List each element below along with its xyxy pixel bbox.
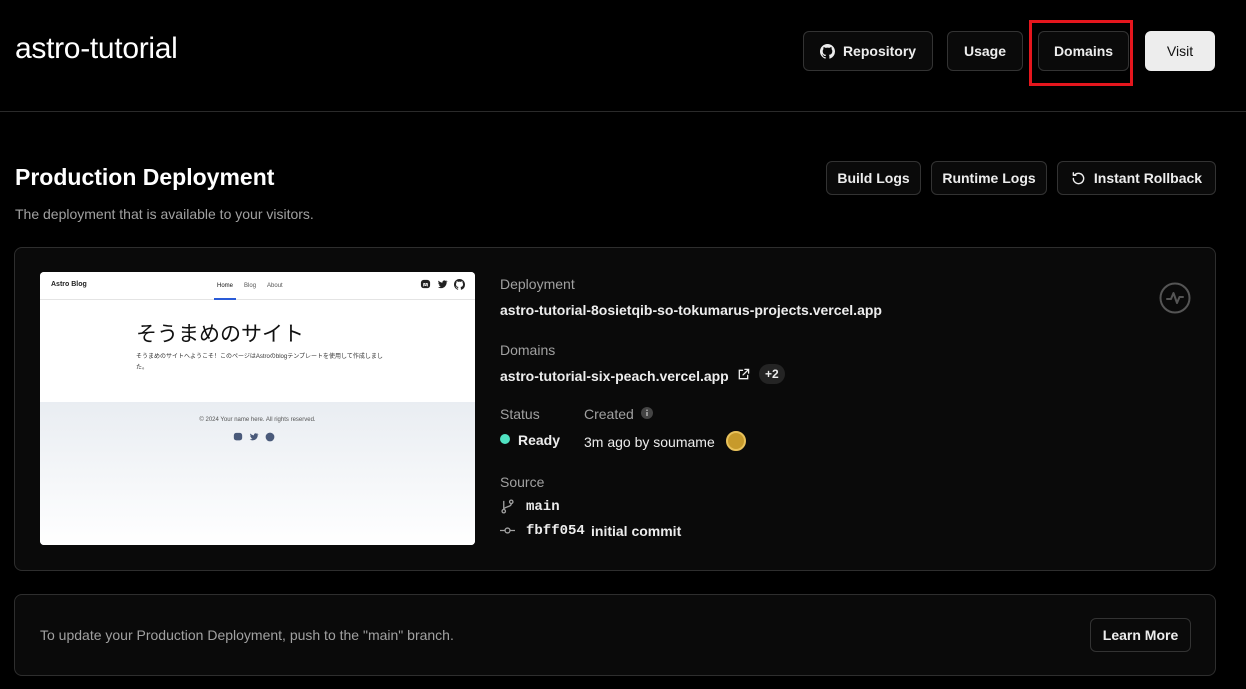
usage-label: Usage bbox=[963, 43, 1007, 59]
repository-label: Repository bbox=[842, 43, 917, 59]
preview-links: Home Blog About bbox=[213, 272, 283, 300]
preview-footer bbox=[40, 402, 475, 545]
rollback-icon bbox=[1072, 171, 1085, 184]
header-divider bbox=[0, 111, 1246, 112]
mastodon-icon bbox=[233, 432, 243, 441]
external-link-icon[interactable] bbox=[737, 368, 750, 381]
activity-icon[interactable] bbox=[1159, 282, 1191, 314]
github-icon bbox=[454, 279, 465, 290]
twitter-icon bbox=[437, 280, 448, 289]
preview-social-icons bbox=[420, 279, 465, 290]
avatar[interactable] bbox=[726, 431, 746, 451]
preview-hero-text: そうまめのサイトへようこそ！このページはAstroのblogテンプレートを使用し… bbox=[136, 354, 383, 371]
visit-button[interactable]: Visit bbox=[1145, 31, 1215, 71]
created-label: Created bbox=[584, 406, 634, 422]
info-icon[interactable] bbox=[641, 407, 653, 419]
git-commit-icon bbox=[500, 527, 515, 534]
branch-name[interactable]: main bbox=[526, 499, 560, 515]
runtime-logs-button[interactable]: Runtime Logs bbox=[931, 161, 1047, 195]
github-icon bbox=[819, 43, 835, 59]
learn-more-button[interactable]: Learn More bbox=[1090, 618, 1191, 652]
usage-button[interactable]: Usage bbox=[947, 31, 1023, 71]
deployment-label: Deployment bbox=[500, 276, 575, 292]
runtime-logs-label: Runtime Logs bbox=[942, 170, 1036, 186]
preview-copyright: © 2024 Your name here. All rights reserv… bbox=[199, 417, 316, 423]
preview-nav-blog: Blog bbox=[244, 283, 257, 289]
preview-hero-title: そうまめのサイト bbox=[136, 322, 304, 346]
domain-url-link[interactable]: astro-tutorial-six-peach.vercel.app bbox=[500, 368, 729, 384]
domains-field-label: Domains bbox=[500, 342, 556, 358]
build-logs-button[interactable]: Build Logs bbox=[826, 161, 921, 195]
commit-message: initial commit bbox=[591, 523, 682, 539]
section-title: Production Deployment bbox=[15, 164, 275, 190]
preview-brand: Astro Blog bbox=[51, 281, 87, 288]
git-branch-icon bbox=[501, 499, 514, 514]
status-value: Ready bbox=[518, 432, 561, 448]
domains-label: Domains bbox=[1053, 43, 1114, 59]
deployment-url-link[interactable]: astro-tutorial-8osietqib-so-tokumarus-pr… bbox=[500, 302, 882, 318]
github-icon bbox=[265, 432, 275, 442]
preview-nav-about: About bbox=[267, 283, 283, 289]
source-label: Source bbox=[500, 474, 545, 490]
deployment-preview[interactable]: Astro Blog Home Blog About そうまめのサイト そうまめ… bbox=[40, 272, 475, 545]
repository-button[interactable]: Repository bbox=[803, 31, 933, 71]
status-label: Status bbox=[500, 406, 540, 422]
instant-rollback-label: Instant Rollback bbox=[1093, 170, 1203, 186]
mastodon-icon bbox=[420, 279, 431, 289]
domains-button[interactable]: Domains bbox=[1038, 31, 1129, 71]
learn-more-label: Learn More bbox=[1102, 627, 1179, 643]
preview-nav-home: Home bbox=[213, 272, 237, 300]
instant-rollback-button[interactable]: Instant Rollback bbox=[1057, 161, 1216, 195]
domains-extra-badge[interactable]: +2 bbox=[759, 364, 785, 384]
status-ready-dot bbox=[500, 434, 510, 444]
info-text: To update your Production Deployment, pu… bbox=[40, 627, 454, 643]
section-subtitle: The deployment that is available to your… bbox=[15, 206, 314, 222]
build-logs-label: Build Logs bbox=[837, 170, 910, 186]
visit-label: Visit bbox=[1166, 43, 1194, 59]
project-title: astro-tutorial bbox=[15, 32, 178, 65]
twitter-icon bbox=[249, 433, 259, 441]
commit-hash[interactable]: fbff054 bbox=[526, 523, 585, 539]
created-value: 3m ago by soumame bbox=[584, 434, 715, 450]
preview-footer-icons bbox=[233, 432, 275, 442]
preview-nav: Astro Blog Home Blog About bbox=[40, 272, 475, 300]
